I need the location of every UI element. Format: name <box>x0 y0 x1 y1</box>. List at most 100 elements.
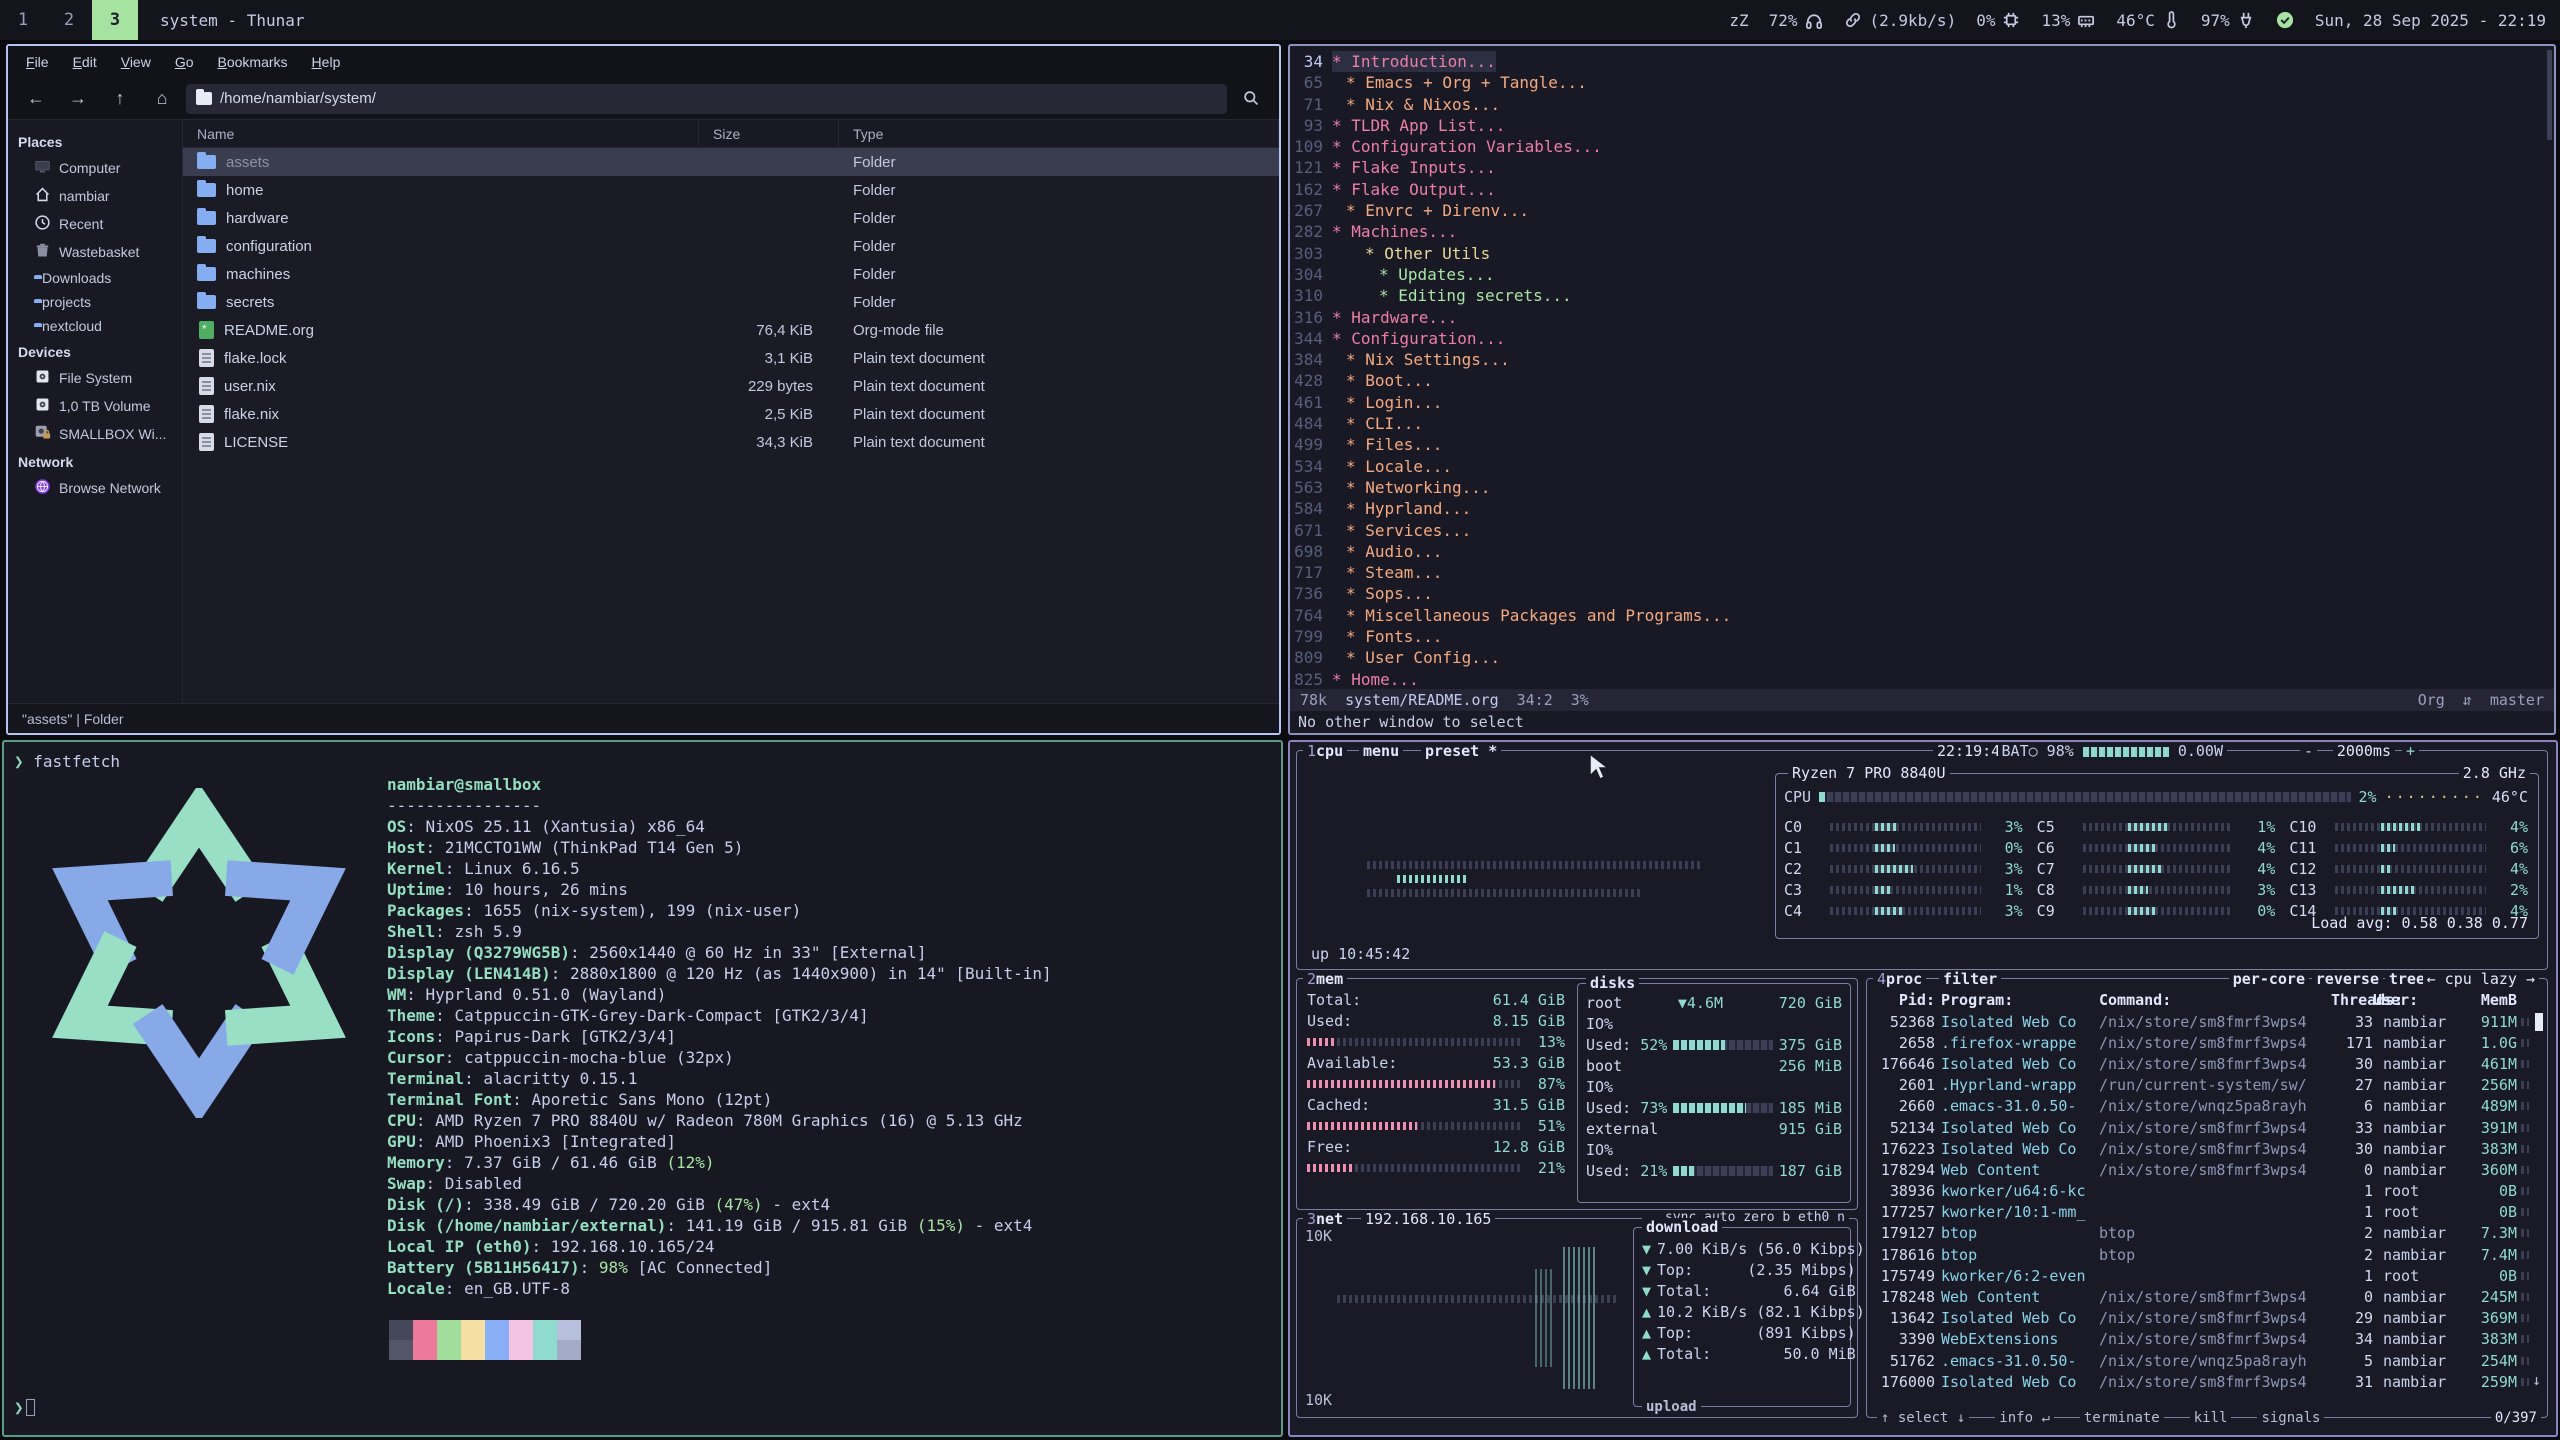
proc-row[interactable]: 176223Isolated Web Co/nix/store/sm8fmrf3… <box>1875 1138 2529 1159</box>
fastfetch-terminal[interactable]: ❯ fastfetch nambiar@smallbox------------… <box>2 740 1283 1437</box>
proc-row[interactable]: 177257kworker/10:1-mm_1root0B0.0 <box>1875 1202 2529 1223</box>
proc-scroll-down-icon[interactable]: ↓ <box>2532 1371 2541 1389</box>
interval-minus[interactable]: - <box>2300 742 2317 760</box>
tab-net[interactable]: 3net <box>1303 1210 1347 1228</box>
cpu-meter <box>1819 792 2350 802</box>
proc-row[interactable]: 178248Web Content/nix/store/sm8fmrf3wps4… <box>1875 1286 2529 1307</box>
table-row[interactable]: README.org76,4 KiBOrg-mode file <box>183 316 1279 344</box>
proc-row[interactable]: 51762.emacs-31.0.50-/nix/store/wnqz5pa8r… <box>1875 1350 2529 1371</box>
table-row[interactable]: secretsFolder <box>183 288 1279 316</box>
table-row[interactable]: user.nix229 bytesPlain text document <box>183 372 1279 400</box>
tab-proc[interactable]: 4proc <box>1873 970 1926 988</box>
table-row[interactable]: assetsFolder <box>183 148 1279 176</box>
column-header-type[interactable]: Type <box>839 120 1279 147</box>
proc-row[interactable]: 176000Isolated Web Co/nix/store/sm8fmrf3… <box>1875 1371 2529 1392</box>
table-row[interactable]: flake.nix2,5 KiBPlain text document <box>183 400 1279 428</box>
proc-header-cell[interactable]: Program: <box>1941 991 2099 1009</box>
table-row[interactable]: flake.lock3,1 KiBPlain text document <box>183 344 1279 372</box>
statusbar-text: "assets" | Folder <box>22 711 124 727</box>
forward-button[interactable]: → <box>60 84 96 114</box>
table-row[interactable]: homeFolder <box>183 176 1279 204</box>
sidebar-item-browse-network[interactable]: Browse Network <box>8 474 182 502</box>
menu-button[interactable]: menu <box>1359 742 1403 760</box>
column-header-size[interactable]: Size <box>699 120 839 147</box>
proc-row[interactable]: 176646Isolated Web Co/nix/store/sm8fmrf3… <box>1875 1053 2529 1074</box>
table-row[interactable]: hardwareFolder <box>183 204 1279 232</box>
proc-row[interactable]: 179127btopbtop2nambiar7.3M0.0 <box>1875 1223 2529 1244</box>
tab-cpu[interactable]: 1cpu <box>1303 742 1347 760</box>
file-name: machines <box>226 266 290 283</box>
proc-row[interactable]: 52134Isolated Web Co/nix/store/sm8fmrf3w… <box>1875 1117 2529 1138</box>
tab-disks[interactable]: disks <box>1586 974 1639 992</box>
up-button[interactable]: ↑ <box>102 84 138 114</box>
menu-bookmarks[interactable]: Bookmarks <box>208 50 298 74</box>
proc-row[interactable]: 38936kworker/u64:6-kc1root0B0.0 <box>1875 1181 2529 1202</box>
back-button[interactable]: ← <box>18 84 54 114</box>
path-bar[interactable]: /home/nambiar/system/ <box>186 84 1227 114</box>
proc-row[interactable]: 52368Isolated Web Co/nix/store/sm8fmrf3w… <box>1875 1011 2529 1032</box>
menu-go[interactable]: Go <box>165 50 204 74</box>
proc-footer-info[interactable]: info ↵ <box>1995 1410 2054 1426</box>
sidebar-item-recent[interactable]: Recent <box>8 210 182 238</box>
sidebar-item-nextcloud[interactable]: nextcloud <box>8 314 182 338</box>
column-header-name[interactable]: Name <box>183 120 699 147</box>
tab-mem[interactable]: 2mem <box>1303 970 1347 988</box>
org-heading-line: 303* Other Utils <box>1290 243 2554 264</box>
mouse-cursor <box>1588 752 1610 782</box>
org-heading: * Steam... <box>1332 562 1442 583</box>
proc-row[interactable]: 175749kworker/6:2-even1root0B0.0 <box>1875 1265 2529 1286</box>
proc-header-cell[interactable]: Pid: <box>1875 991 1941 1009</box>
line-number: 303 <box>1290 243 1332 264</box>
proc-row[interactable]: 178616btopbtop2nambiar7.4M0.0 <box>1875 1244 2529 1265</box>
shell-prompt-bottom: ❯ <box>14 1398 35 1417</box>
proc-header-cell[interactable]: Command: <box>2099 991 2331 1009</box>
sidebar-item-downloads[interactable]: Downloads <box>8 266 182 290</box>
reverse-button[interactable]: reverse <box>2312 970 2383 988</box>
menu-help[interactable]: Help <box>302 50 351 74</box>
proc-row[interactable]: 3390WebExtensions/nix/store/sm8fmrf3wps4… <box>1875 1329 2529 1350</box>
emacs-scrollbar[interactable] <box>2547 50 2552 140</box>
proc-footer-signals[interactable]: signals <box>2257 1410 2324 1426</box>
proc-row[interactable]: 13642Isolated Web Co/nix/store/sm8fmrf3w… <box>1875 1308 2529 1329</box>
interval-plus[interactable]: + <box>2402 742 2419 760</box>
proc-footer-kill[interactable]: kill <box>2190 1410 2232 1426</box>
headphones-icon <box>1805 11 1824 30</box>
menu-edit[interactable]: Edit <box>63 50 107 74</box>
cpu-lazy-selector[interactable]: ← cpu lazy → <box>2423 970 2539 988</box>
table-row[interactable]: configurationFolder <box>183 232 1279 260</box>
sidebar-item-smallbox-wi-[interactable]: SMALLBOX Wi... <box>8 420 182 448</box>
sidebar-item-computer[interactable]: Computer <box>8 154 182 182</box>
color-swatch <box>413 1340 437 1360</box>
home-button[interactable]: ⌂ <box>144 84 180 114</box>
org-heading: * Configuration Variables... <box>1332 136 1602 157</box>
proc-scrollbar[interactable] <box>2535 1013 2543 1031</box>
sidebar-item-1-0-tb-volume[interactable]: 1,0 TB Volume <box>8 392 182 420</box>
proc-row[interactable]: 2601.Hyprland-wrapp/run/current-system/s… <box>1875 1075 2529 1096</box>
sidebar-item-wastebasket[interactable]: Wastebasket <box>8 238 182 266</box>
preset-button[interactable]: preset * <box>1421 742 1501 760</box>
emacs-buffer[interactable]: 34* Introduction...65* Emacs + Org + Tan… <box>1290 48 2554 693</box>
proc-footer-terminate[interactable]: terminate <box>2080 1410 2164 1426</box>
proc-row[interactable]: 2660.emacs-31.0.50-/nix/store/wnqz5pa8ra… <box>1875 1096 2529 1117</box>
search-button[interactable] <box>1233 84 1269 114</box>
workspace-button-2[interactable]: 2 <box>46 0 92 40</box>
menu-file[interactable]: File <box>16 50 59 74</box>
proc-row[interactable]: 2658.firefox-wrappe/nix/store/sm8fmrf3wp… <box>1875 1032 2529 1053</box>
proc-header-cell[interactable]: MemB <box>2459 991 2517 1009</box>
table-row[interactable]: machinesFolder <box>183 260 1279 288</box>
proc-footer-select[interactable]: ↑ select ↓ <box>1877 1410 1969 1426</box>
org-heading-line: 310* Editing secrets... <box>1290 285 2554 306</box>
workspace-button-1[interactable]: 1 <box>0 0 46 40</box>
proc-header-cell[interactable]: User: <box>2373 991 2459 1009</box>
proc-header-cell[interactable]: Threads: <box>2331 991 2373 1009</box>
sidebar-item-nambiar[interactable]: nambiar <box>8 182 182 210</box>
workspace-button-3[interactable]: 3 <box>92 0 138 40</box>
percore-button[interactable]: per-core <box>2229 970 2309 988</box>
proc-row[interactable]: 178294Web Content/nix/store/sm8fmrf3wps4… <box>1875 1159 2529 1180</box>
menu-view[interactable]: View <box>111 50 161 74</box>
file-type: Org-mode file <box>839 322 1279 339</box>
sidebar-item-projects[interactable]: projects <box>8 290 182 314</box>
sidebar-item-file-system[interactable]: File System <box>8 364 182 392</box>
table-row[interactable]: LICENSE34,3 KiBPlain text document <box>183 428 1279 456</box>
filter-button[interactable]: filter <box>1939 970 2001 988</box>
